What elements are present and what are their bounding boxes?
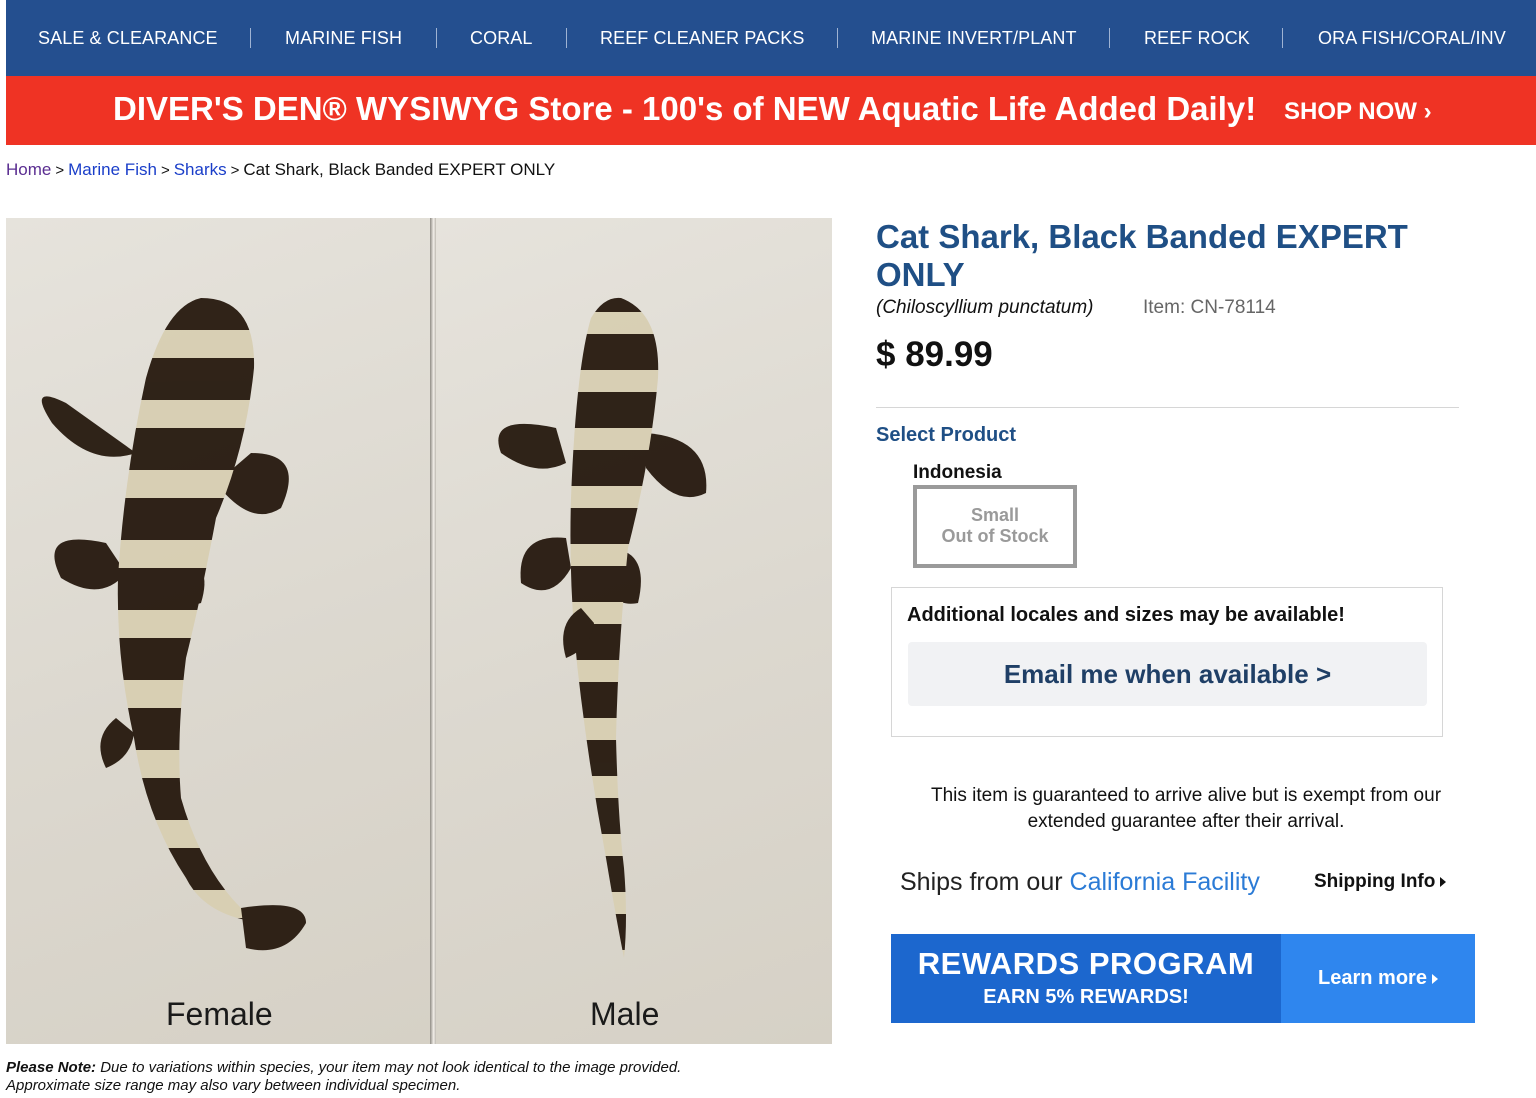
rewards-banner[interactable]: REWARDS PROGRAM EARN 5% REWARDS! Learn m… — [891, 934, 1475, 1023]
availability-box: Additional locales and sizes may be avai… — [891, 587, 1443, 737]
nav-marine-invert-plant[interactable]: MARINE INVERT/PLANT — [871, 28, 1077, 49]
note-line1: Due to variations within species, your i… — [96, 1059, 682, 1076]
rewards-learn-more-panel[interactable]: Learn more — [1281, 934, 1475, 1023]
nav-coral[interactable]: CORAL — [470, 28, 533, 49]
shipping-info-label: Shipping Info — [1314, 871, 1436, 892]
product-price: $ 89.99 — [876, 335, 993, 374]
size-label: Small — [970, 505, 1020, 525]
locale-label: Indonesia — [913, 462, 1002, 483]
scientific-name: (Chiloscyllium punctatum) — [876, 297, 1094, 318]
rewards-title: REWARDS PROGRAM — [917, 946, 1255, 981]
image-note: Please Note: Due to variations within sp… — [6, 1059, 806, 1095]
nav-separator — [566, 28, 567, 48]
nav-sale-clearance[interactable]: SALE & CLEARANCE — [38, 28, 218, 49]
learn-more-label: Learn more — [1318, 967, 1427, 989]
male-label: Male — [590, 996, 660, 1032]
nav-separator — [1282, 28, 1283, 48]
breadcrumb-home[interactable]: Home — [6, 160, 51, 179]
breadcrumb-separator: > — [160, 162, 170, 179]
divider-line — [876, 407, 1459, 408]
top-navigation: SALE & CLEARANCE MARINE FISH CORAL REEF … — [6, 0, 1536, 76]
nav-separator — [250, 28, 251, 48]
product-image[interactable]: Female Male — [6, 218, 832, 1044]
breadcrumb-separator: > — [55, 162, 65, 179]
breadcrumb-current: Cat Shark, Black Banded EXPERT ONLY — [243, 160, 556, 179]
rewards-subtitle: EARN 5% REWARDS! — [983, 986, 1189, 1008]
guarantee-text: This item is guaranteed to arrive alive … — [930, 785, 1442, 832]
nav-reef-rock[interactable]: REEF ROCK — [1144, 28, 1250, 49]
nav-separator — [436, 28, 437, 48]
nav-ora-fish-coral-inv[interactable]: ORA FISH/CORAL/INV — [1318, 28, 1506, 49]
promo-banner[interactable]: DIVER'S DEN® WYSIWYG Store - 100's of NE… — [6, 76, 1536, 145]
size-option-small[interactable]: Small Out of Stock — [913, 485, 1077, 568]
nav-reef-cleaner-packs[interactable]: REEF CLEANER PACKS — [600, 28, 805, 49]
nav-marine-fish[interactable]: MARINE FISH — [285, 28, 402, 49]
caret-right-icon — [1440, 876, 1447, 887]
select-product-label: Select Product — [876, 424, 1017, 446]
female-label: Female — [166, 996, 273, 1032]
shop-now-link[interactable]: SHOP NOW › — [1284, 98, 1432, 126]
availability-text: Additional locales and sizes may be avai… — [907, 604, 1345, 626]
shipping-info-link[interactable]: Shipping Info — [1314, 871, 1447, 893]
note-label: Please Note: — [6, 1059, 97, 1076]
learn-more-link[interactable]: Learn more — [1281, 934, 1475, 1023]
female-shark — [41, 298, 306, 951]
email-when-available-button[interactable]: Email me when available > — [908, 642, 1427, 706]
california-facility-link[interactable]: California Facility — [1070, 868, 1260, 896]
breadcrumb-separator: > — [230, 162, 240, 179]
stock-status: Out of Stock — [941, 526, 1049, 546]
breadcrumb-marine-fish[interactable]: Marine Fish — [68, 160, 157, 179]
breadcrumb: Home > Marine Fish > Sharks > Cat Shark, Black… — [6, 160, 555, 180]
promo-text: DIVER'S DEN® WYSIWYG Store - 100's of NE… — [113, 90, 1257, 127]
caret-right-icon — [1431, 973, 1438, 984]
ships-from-prefix: Ships from our — [900, 868, 1070, 896]
breadcrumb-sharks[interactable]: Sharks — [174, 160, 227, 179]
nav-separator — [1109, 28, 1110, 48]
nav-separator — [837, 28, 838, 48]
ships-from: Ships from our California Facility — [900, 868, 1260, 897]
item-number: Item: CN-78114 — [1143, 297, 1276, 318]
male-shark — [498, 297, 707, 958]
shark-illustration — [41, 297, 707, 958]
product-title: Cat Shark, Black Banded EXPERT ONLY — [876, 218, 1408, 293]
note-line2: Approximate size range may also vary bet… — [6, 1077, 461, 1094]
